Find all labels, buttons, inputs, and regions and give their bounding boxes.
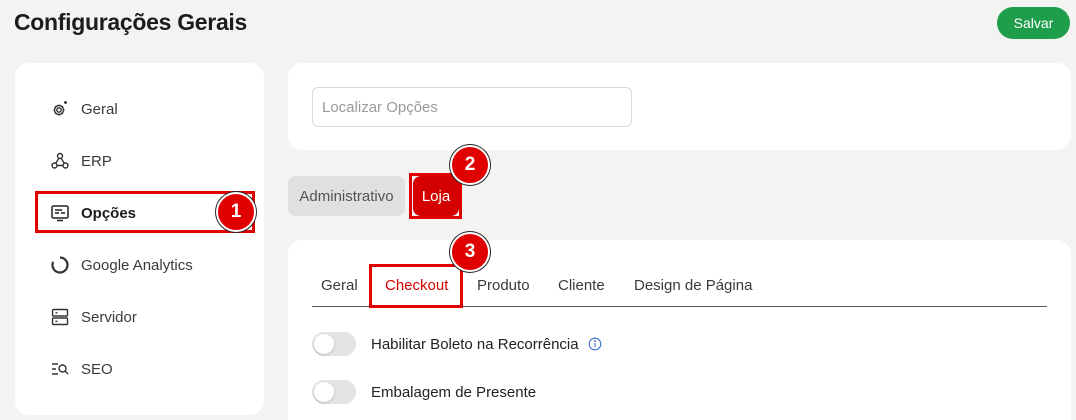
- embalagem-presente-toggle[interactable]: [312, 380, 356, 404]
- step-badge-2: 2: [450, 145, 490, 185]
- boleto-recorrencia-toggle[interactable]: [312, 332, 356, 356]
- sidebar: Geral ERP Opções Google Analytics Servid…: [15, 63, 264, 415]
- option-label: Habilitar Boleto na Recorrência: [371, 335, 579, 353]
- sidebar-item-label: ERP: [81, 152, 112, 170]
- subtab-design-de-pagina[interactable]: Design de Página: [634, 270, 752, 300]
- seo-search-icon: [50, 359, 70, 379]
- subtab-geral[interactable]: Geral: [321, 270, 358, 300]
- option-label: Embalagem de Presente: [371, 383, 537, 401]
- highlight-box-checkout: [369, 264, 463, 308]
- sidebar-item-google-analytics[interactable]: Google Analytics: [50, 251, 193, 279]
- sidebar-item-label: Servidor: [81, 308, 137, 326]
- analytics-ring-icon: [50, 255, 70, 275]
- highlight-box-loja: [409, 173, 462, 219]
- option-row: Embalagem de Presente: [312, 380, 536, 404]
- subtab-produto[interactable]: Produto: [477, 270, 530, 300]
- sidebar-item-erp[interactable]: ERP: [50, 147, 112, 175]
- search-input[interactable]: [312, 87, 632, 127]
- info-icon[interactable]: [588, 337, 602, 351]
- webhook-icon: [50, 151, 70, 171]
- subtab-cliente[interactable]: Cliente: [558, 270, 605, 300]
- server-icon: [50, 307, 70, 327]
- sidebar-item-seo[interactable]: SEO: [50, 355, 113, 383]
- save-button[interactable]: Salvar: [997, 7, 1070, 39]
- sidebar-item-label: Geral: [81, 100, 118, 118]
- option-row: Habilitar Boleto na Recorrência: [312, 332, 602, 356]
- page-title: Configurações Gerais: [14, 9, 248, 35]
- sidebar-item-geral[interactable]: Geral: [50, 95, 118, 123]
- step-badge-3: 3: [450, 232, 490, 272]
- gear-sparkle-icon: [50, 99, 70, 119]
- search-card: [288, 63, 1071, 150]
- sidebar-item-label: Google Analytics: [81, 256, 193, 274]
- tab-administrativo[interactable]: Administrativo: [288, 176, 405, 216]
- step-badge-1: 1: [216, 192, 256, 232]
- sidebar-item-label: SEO: [81, 360, 113, 378]
- sidebar-item-servidor[interactable]: Servidor: [50, 303, 137, 331]
